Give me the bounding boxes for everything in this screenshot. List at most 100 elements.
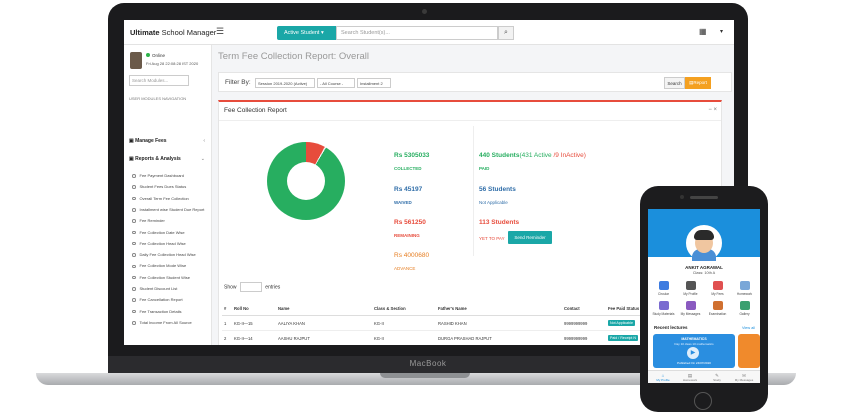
lecture-subtitle: Day 10 class 10 mathematics [674,342,714,346]
phone-tile[interactable]: Gallery [731,301,758,316]
phone-home-button[interactable] [694,392,712,410]
collected-label: COLLECTED [394,166,422,171]
app-brand[interactable]: Ultimate School Manager [130,28,216,37]
apps-grid-icon[interactable]: ▦ [699,27,707,36]
column-header[interactable]: Contact [562,302,606,316]
phone-tile[interactable]: Homework [731,281,758,296]
sidebar-item[interactable]: Fee Cancellation Report [132,297,183,302]
search-button[interactable]: Search [664,77,685,89]
report-button[interactable]: ▤Report [685,77,711,89]
course-select[interactable]: - All Course - [317,78,355,88]
lecture-card-next[interactable] [738,334,760,368]
phone-tab[interactable]: ⌂ My Profile [652,373,674,382]
lecture-card[interactable]: MATHEMATICS Day 10 class 10 mathematics … [653,334,735,368]
phone-speaker [690,196,718,199]
table-cell: KG-II—15 [232,315,276,331]
column-header[interactable]: Father's Name [436,302,562,316]
top-navbar: Ultimate School Manager ☰ Active Student… [124,20,734,45]
table-cell: KG-II [372,315,436,331]
tile-icon [685,281,696,290]
sidebar-item[interactable]: Fee Collection Student Wise [132,275,190,280]
panel-title: Fee Collection Report [224,107,287,114]
phone-tile[interactable]: My Fees [704,281,731,296]
table-cell: RASHID KHAN [436,315,562,331]
sidebar-item[interactable]: Fee Transaction Details [132,309,182,314]
installment-select[interactable]: Installment 2 [357,78,391,88]
column-header[interactable]: # [222,302,232,316]
phone-tile[interactable]: My Profile [677,281,704,296]
sidebar-section-reports[interactable]: ▣ Reports & Analysis ⌄ [129,156,209,162]
phone-tile[interactable]: My Messages [677,301,704,316]
phone-tile[interactable]: Examination [704,301,731,316]
circle-icon [132,219,136,223]
session-select[interactable]: Session 2019-2020 (Active) [255,78,315,88]
menu-icon[interactable]: ☰ [216,26,224,37]
online-status: Online [146,53,165,58]
sidebar: Online Fri Aug 28 22:08:28 IST 2020 Sear… [124,45,212,345]
student-avatar [686,225,722,261]
phone-tile[interactable]: Circular [650,281,677,296]
current-datetime: Fri Aug 28 22:08:28 IST 2020 [146,61,199,66]
table-cell: 9999999999 [562,315,606,331]
laptop-camera [422,9,427,14]
filter-label: Filter By: [225,79,251,86]
donut-hole [287,162,325,200]
search-icon[interactable]: ⌕ [498,26,514,40]
sidebar-item[interactable]: Fee Collection Head Wise [132,241,186,246]
stats-divider [473,126,474,256]
sidebar-item[interactable]: Student Discount List [132,286,177,291]
panel-tools[interactable]: − × [708,107,717,113]
chevron-icon: ‹ [203,138,205,144]
sidebar-item[interactable]: Student Fees Dues Status [132,184,186,189]
fee-donut-chart [267,142,345,220]
module-search-input[interactable]: Search Modules... [129,75,189,86]
paid-count: 440 Students(431 Active /9 InActive) [479,152,586,159]
yet-to-pay-count: 113 Students [479,219,520,226]
phone-tab[interactable]: ▤ Homework [679,373,701,382]
table-row[interactable]: 2 KG-II—14 AASHU RAJPUT KG-II DURGA PRASHAD … [222,330,662,345]
phone-screen: ANKIT AGRAWAL Class: 10th A Circular My P… [648,209,760,383]
sidebar-item[interactable]: Fee Payment Dashboard [132,173,184,178]
show-entries: Show entries [224,282,280,292]
column-header[interactable]: Roll No [232,302,276,316]
user-menu-caret-icon[interactable]: ▾ [720,28,723,35]
phone-tile[interactable]: Study Materials [650,301,677,316]
tile-icon [739,281,750,290]
column-header[interactable]: Name [276,302,372,316]
not-applicable-label: Not Applicable [479,200,508,205]
user-avatar [130,52,142,69]
column-header[interactable]: Class & Section [372,302,436,316]
circle-icon [132,174,136,178]
table-cell: 9999999999 [562,330,606,345]
chevron-icon: ⌄ [200,156,205,162]
circle-icon [132,253,136,257]
fee-status-badge[interactable]: Paid / Receipt N [608,335,638,341]
circle-icon [132,230,136,235]
tile-icon [658,281,669,290]
table-row[interactable]: 1 KG-II—15 AALIYA KHAN KG-II RASHID KHAN 9999… [222,315,662,331]
fee-status-badge[interactable]: Not Applicable [608,320,635,326]
advance-label: ADVANCE [394,266,416,271]
tile-icon [685,301,696,310]
send-reminder-button[interactable]: Send Reminder [508,231,552,244]
filter-bar: Filter By: Session 2019-2020 (Active) - … [218,72,732,92]
student-class: Class: 10th A [692,271,716,275]
phone-tab[interactable]: ✉ My Messages [733,373,755,382]
panel-divider [219,120,721,121]
sidebar-item[interactable]: Installment wise Student Due Report [132,207,204,212]
table-cell: 2 [222,330,232,345]
sidebar-item[interactable]: Fee Reminder [132,218,165,223]
tile-icon [712,301,723,310]
sidebar-item[interactable]: Fee Collection Mode Wise [132,263,186,268]
phone-tab[interactable]: ✎ Study [706,373,728,382]
sidebar-item[interactable]: Fee Collection Date Wise [132,230,185,235]
student-search-input[interactable]: Search Student(s)... [336,26,498,40]
sidebar-section-manage-fees[interactable]: ▣ Manage Fees ‹ [129,138,209,144]
sidebar-item[interactable]: Daily Fee Collection Head Wise [132,252,196,257]
entries-select[interactable] [239,282,262,292]
play-icon[interactable]: ▶ [687,347,699,359]
sidebar-item[interactable]: Overall Term Fee Collection [132,196,189,201]
avatar-hair [694,230,714,240]
sidebar-item[interactable]: Total Income From All Source [132,320,192,325]
view-all-link[interactable]: View all [742,326,755,330]
